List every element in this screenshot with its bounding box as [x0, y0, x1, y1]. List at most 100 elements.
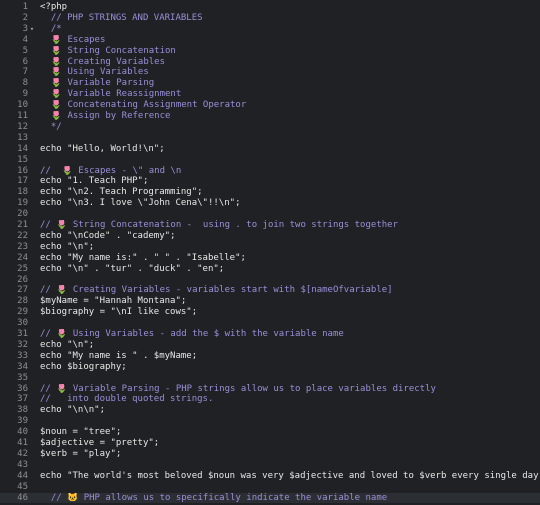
code-text: echo "\n3. I love \"John Cena\"!!\n";: [40, 198, 241, 209]
line-number: 12: [17, 121, 28, 132]
code-text: // 🌷 Using Variables - add the $ with th…: [40, 329, 344, 339]
code-line[interactable]: 14 echo "Hello, World!\n";: [0, 144, 540, 155]
line-number: 13: [17, 132, 28, 143]
line-number: 23: [17, 241, 28, 252]
line-number: 4: [22, 34, 28, 45]
code-line[interactable]: 30: [0, 318, 540, 329]
code-text: echo "The world's most beloved $noun was…: [40, 470, 540, 481]
line-number: 15: [17, 154, 28, 165]
code-line[interactable]: 21 // 🌷 String Concatenation - using . to…: [0, 220, 540, 231]
code-text: 🌷 Escapes: [40, 34, 106, 45]
code-line[interactable]: 24 echo "My name is:" . " " . "Isabelle";: [0, 253, 540, 264]
code-line[interactable]: 10 🌷 Concatenating Assignment Operator: [0, 100, 540, 111]
code-line[interactable]: 13: [0, 133, 540, 144]
line-number: 8: [22, 78, 28, 89]
line-number: 41: [17, 438, 28, 448]
code-line[interactable]: 7 🌷 Using Variables: [0, 67, 540, 78]
code-text: 🌷 String Concatenation: [40, 45, 176, 56]
code-line[interactable]: 27 // 🌷 Creating Variables - variables st…: [0, 285, 540, 296]
line-number: 20: [17, 209, 28, 220]
code-line[interactable]: 40 $noun = "tree";: [0, 427, 540, 438]
line-number: 10: [17, 100, 28, 111]
code-line[interactable]: 18 echo "\n2. Teach Programming";: [0, 187, 540, 198]
code-line[interactable]: 15: [0, 155, 540, 166]
line-number: 26: [17, 274, 28, 285]
code-line[interactable]: 33 echo "My name is " . $myName;: [0, 351, 540, 362]
code-line[interactable]: 44 echo "The world's most beloved $noun w…: [0, 471, 540, 482]
code-line[interactable]: 5 🌷 String Concatenation: [0, 46, 540, 57]
code-line[interactable]: 23 echo "\n";: [0, 242, 540, 253]
code-line[interactable]: 20: [0, 209, 540, 220]
code-line[interactable]: 8 🌷 Variable Parsing: [0, 78, 540, 89]
line-number: 27: [17, 285, 28, 296]
line-number: 35: [17, 372, 28, 383]
code-line[interactable]: 37 // into double quoted strings.: [0, 394, 540, 405]
line-number: 7: [22, 67, 28, 78]
line-number: 16: [17, 165, 28, 176]
code-line[interactable]: 2 // PHP STRINGS AND VARIABLES: [0, 13, 540, 24]
code-text: echo "My name is " . $myName;: [40, 350, 198, 361]
code-text: 🌷 Assign by Reference: [40, 111, 171, 121]
code-text: echo "1. Teach PHP";: [40, 176, 149, 187]
code-line[interactable]: 17 echo "1. Teach PHP";: [0, 176, 540, 187]
line-number: 44: [17, 470, 28, 481]
code-text: 🌷 Using Variables: [40, 67, 149, 78]
code-line[interactable]: 45: [0, 482, 540, 493]
line-number: 38: [17, 405, 28, 416]
code-text: // 🌷 Escapes - \" and \n: [40, 165, 182, 176]
line-number: 25: [17, 263, 28, 274]
line-number: 40: [17, 427, 28, 438]
line-number: 14: [17, 143, 28, 154]
code-text: 🌷 Creating Variables: [40, 56, 165, 67]
line-number: 1: [22, 2, 28, 12]
line-number: 17: [17, 176, 28, 187]
code-line[interactable]: 39: [0, 416, 540, 427]
code-line[interactable]: 4 🌷 Escapes: [0, 35, 540, 46]
code-text: 🌷 Variable Parsing: [40, 78, 155, 89]
code-line[interactable]: 16 // 🌷 Escapes - \" and \n: [0, 166, 540, 177]
code-text: echo "\n\n";: [40, 405, 106, 416]
line-number: 3: [22, 23, 28, 34]
code-line[interactable]: 28 $myName = "Hannah Montana";: [0, 296, 540, 307]
code-line[interactable]: 43: [0, 460, 540, 471]
code-text: $biography = "\nI like cows";: [40, 307, 198, 318]
code-text: echo "\n";: [40, 241, 95, 252]
code-line[interactable]: 26: [0, 275, 540, 286]
code-text: <?php: [40, 2, 68, 12]
code-line[interactable]: 6 🌷 Creating Variables: [0, 57, 540, 68]
line-number: 36: [17, 383, 28, 394]
code-line[interactable]: 19 echo "\n3. I love \"John Cena\"!!\n";: [0, 198, 540, 209]
chevron-down-icon[interactable]: ▾: [28, 24, 36, 35]
code-line[interactable]: 11 🌷 Assign by Reference: [0, 111, 540, 122]
code-line[interactable]: 25 echo "\n" . "tur" . "duck" . "en";: [0, 264, 540, 275]
code-line[interactable]: 29 $biography = "\nI like cows";: [0, 307, 540, 318]
line-number: 21: [17, 220, 28, 230]
code-editor[interactable]: 1 <?php 2 // PHP STRINGS AND VARIABLES 3 ▾ /…: [0, 0, 540, 505]
code-line[interactable]: 9 🌷 Variable Reassignment: [0, 89, 540, 100]
line-number: 29: [17, 307, 28, 318]
code-line[interactable]: 35: [0, 373, 540, 384]
code-line[interactable]: 22 echo "\nCode" . "cademy";: [0, 231, 540, 242]
code-text: */: [40, 121, 62, 132]
code-text: // 🐱 PHP allows us to specifically indic…: [40, 492, 388, 503]
line-number: 5: [22, 45, 28, 56]
code-line[interactable]: 41 $adjective = "pretty";: [0, 438, 540, 449]
line-number: 2: [22, 12, 28, 23]
code-line[interactable]: 12 */: [0, 122, 540, 133]
code-line[interactable]: 42 $verb = "play";: [0, 449, 540, 460]
code-line[interactable]: 3 ▾ /*: [0, 24, 540, 35]
line-number: 33: [17, 350, 28, 361]
code-line[interactable]: 36 // 🌷 Variable Parsing - PHP strings al…: [0, 384, 540, 395]
code-line[interactable]: 1 <?php: [0, 2, 540, 13]
code-line[interactable]: 38 echo "\n\n";: [0, 405, 540, 416]
line-number: 9: [22, 89, 28, 100]
line-number: 46: [17, 492, 28, 503]
code-line[interactable]: 46 // 🐱 PHP allows us to specifically in…: [0, 492, 540, 504]
code-text: $myName = "Hannah Montana";: [40, 296, 187, 307]
code-text: $adjective = "pretty";: [40, 438, 160, 448]
code-text: echo "\n2. Teach Programming";: [40, 187, 203, 198]
code-line[interactable]: 34 echo $biography;: [0, 362, 540, 373]
code-line[interactable]: 32 echo "\n";: [0, 340, 540, 351]
code-line[interactable]: 31 // 🌷 Using Variables - add the $ with …: [0, 329, 540, 340]
code-text: echo "\n";: [40, 339, 95, 350]
